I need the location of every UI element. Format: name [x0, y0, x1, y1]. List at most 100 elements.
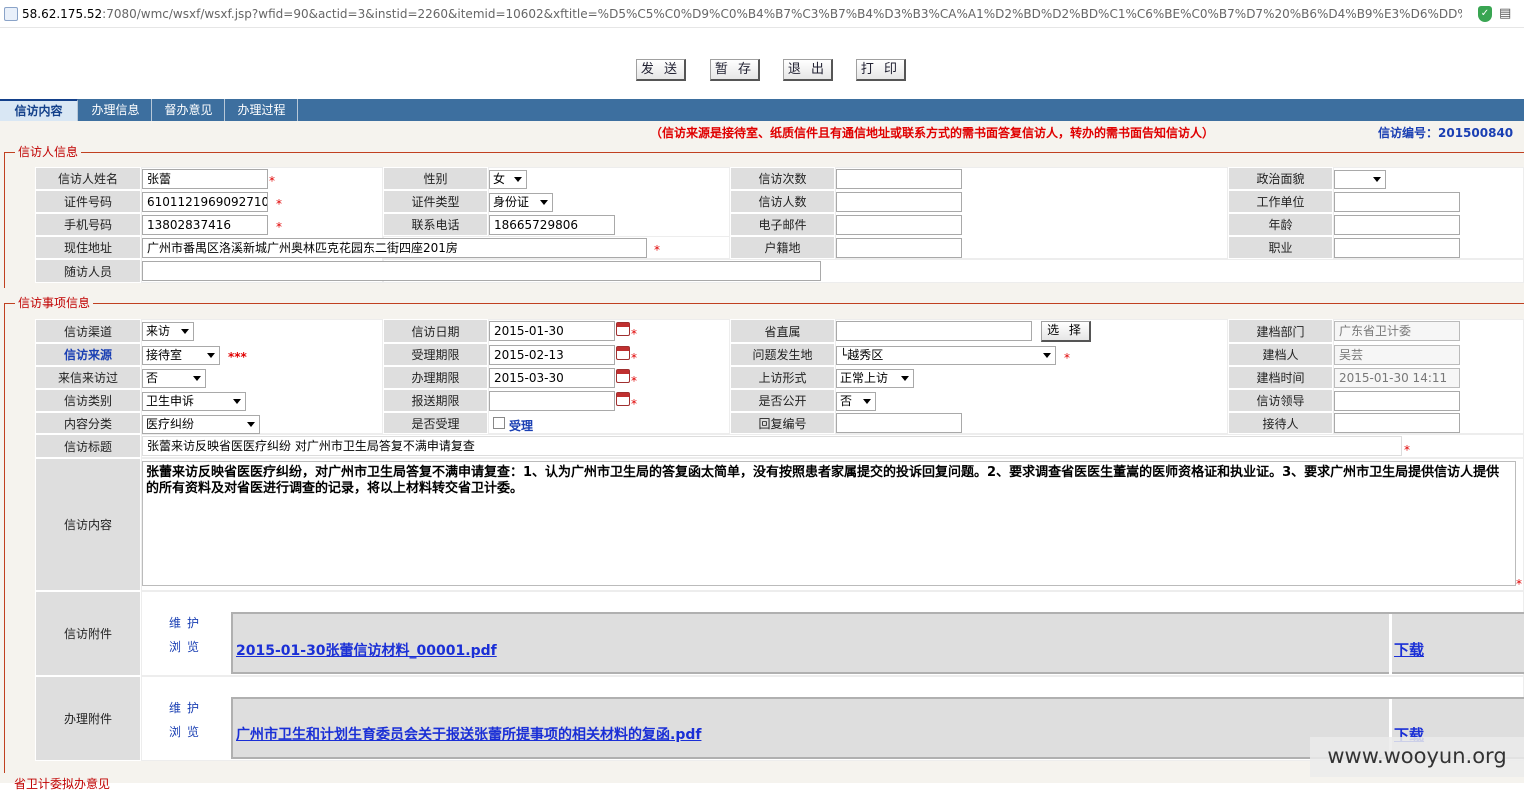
required-mark: *	[276, 220, 282, 234]
mobile-input[interactable]: 13802837416	[142, 215, 268, 235]
bottom-section-title: 省卫计委拟办意见	[14, 777, 111, 791]
accepted-checkbox[interactable]	[493, 417, 505, 429]
accepted-checkbox-label[interactable]: 受理	[509, 417, 533, 434]
notice-text: （信访来源是接待室、纸质信件且有通信地址或联系方式的需书面答复信访人，转办的需书…	[650, 126, 1215, 140]
channel-select[interactable]: 来访	[142, 322, 194, 341]
category-select[interactable]: 卫生申诉	[142, 392, 246, 411]
created-label: 建档时间	[1228, 366, 1333, 389]
browse-link[interactable]: 浏览	[169, 638, 205, 655]
accept-deadline-input[interactable]: 2015-02-13	[489, 345, 615, 365]
date-input[interactable]: 2015-01-30	[489, 321, 615, 341]
page-menu-icon[interactable]: ▤	[1499, 6, 1513, 22]
reply-no-input[interactable]	[836, 413, 962, 433]
maintain-link[interactable]: 维护	[169, 614, 205, 631]
age-input[interactable]	[1334, 215, 1460, 235]
hukou-input[interactable]	[836, 238, 962, 258]
chevron-down-icon	[514, 177, 522, 182]
creator-input[interactable]: 吴芸	[1334, 345, 1460, 365]
save-draft-button[interactable]: 暂 存	[710, 59, 760, 81]
place-select[interactable]: └越秀区	[836, 346, 1056, 365]
id-number-input[interactable]: 610112196909271026	[142, 192, 268, 212]
name-label: 信访人姓名	[35, 167, 141, 190]
tab-supervision[interactable]: 督办意见	[153, 99, 225, 121]
calendar-icon[interactable]	[616, 369, 630, 383]
dept-label: 建档部门	[1228, 319, 1333, 343]
id-type-label: 证件类型	[383, 190, 488, 213]
handling-file-link[interactable]: 广州市卫生和计划生育委员会关于报送张蕾所提事项的相关材料的复函.pdf	[236, 724, 701, 744]
dept-input[interactable]: 广东省卫计委	[1334, 321, 1460, 341]
public-select[interactable]: 否	[836, 392, 876, 411]
accepted-label: 是否受理	[383, 412, 488, 434]
address-input[interactable]: 广州市番禺区洛溪新城广州奥林匹克花园东二街四座201房	[142, 238, 647, 258]
prov-label: 省直属	[730, 319, 835, 343]
work-input[interactable]	[1334, 192, 1460, 212]
phone-input[interactable]: 18665729806	[489, 215, 615, 235]
mobile-label: 手机号码	[35, 213, 141, 236]
prior-select[interactable]: 否	[142, 369, 206, 388]
companions-input[interactable]	[142, 261, 821, 281]
place-label: 问题发生地	[730, 343, 835, 366]
visits-input[interactable]	[836, 169, 962, 189]
email-input[interactable]	[836, 215, 962, 235]
handle-deadline-input[interactable]: 2015-03-30	[489, 368, 615, 388]
content-textarea[interactable]: 张蕾来访反映省医医疗纠纷，对广州市卫生局答复不满申请复查：1、认为广州市卫生局的…	[142, 461, 1516, 586]
gender-select[interactable]: 女	[489, 170, 527, 189]
calendar-icon[interactable]	[616, 392, 630, 406]
required-mark: *	[276, 197, 282, 211]
companions-label: 随访人员	[35, 259, 141, 283]
watermark: www.wooyun.org	[1310, 737, 1524, 777]
handling-maintain-link[interactable]: 维护	[169, 699, 205, 716]
id-type-select[interactable]: 身份证	[489, 193, 553, 212]
tab-process[interactable]: 办理过程	[226, 99, 298, 121]
visits-label: 信访次数	[730, 167, 835, 190]
public-label: 是否公开	[730, 389, 835, 412]
title-input[interactable]: 张蕾来访反映省医医疗纠纷 对广州市卫生局答复不满申请复查	[142, 436, 1402, 456]
chevron-down-icon	[181, 329, 189, 334]
send-button[interactable]: 发 送	[636, 59, 686, 81]
address-label: 现住地址	[35, 236, 141, 259]
url-text[interactable]: 58.62.175.52:7080/wmc/wsxf/wsxf.jsp?wfid…	[22, 7, 1462, 21]
content-type-select[interactable]: 医疗纠纷	[142, 415, 260, 434]
prov-input[interactable]	[836, 321, 1032, 341]
chevron-down-icon	[207, 353, 215, 358]
print-button[interactable]: 打 印	[856, 59, 906, 81]
count-label: 信访人数	[730, 190, 835, 213]
leader-input[interactable]	[1334, 391, 1460, 411]
shield-icon[interactable]: ✓	[1478, 6, 1492, 22]
work-label: 工作单位	[1228, 190, 1333, 213]
reply-no-label: 回复编号	[730, 412, 835, 434]
report-deadline-label: 报送期限	[383, 389, 488, 412]
created-input[interactable]: 2015-01-30 14:11	[1334, 368, 1460, 388]
job-input[interactable]	[1334, 238, 1460, 258]
age-label: 年龄	[1228, 213, 1333, 236]
content-label: 信访内容	[35, 458, 141, 591]
chevron-down-icon	[540, 200, 548, 205]
source-select[interactable]: 接待室	[142, 346, 220, 365]
chevron-down-icon	[1043, 353, 1051, 358]
address-bar[interactable]: 58.62.175.52:7080/wmc/wsxf/wsxf.jsp?wfid…	[0, 0, 1524, 28]
tab-content[interactable]: 信访内容	[0, 99, 78, 121]
required-mark: *	[631, 374, 637, 388]
required-mark: *	[269, 174, 275, 188]
matter-section-title: 信访事项信息	[15, 296, 94, 310]
chevron-down-icon	[193, 376, 201, 381]
report-deadline-input[interactable]	[489, 391, 615, 411]
name-input[interactable]: 张蕾	[142, 169, 268, 189]
handling-browse-link[interactable]: 浏览	[169, 723, 205, 740]
receiver-input[interactable]	[1334, 413, 1460, 433]
chevron-down-icon	[233, 399, 241, 404]
count-input[interactable]	[836, 192, 962, 212]
calendar-icon[interactable]	[616, 322, 630, 336]
attachment-file-link[interactable]: 2015-01-30张蕾信访材料_00001.pdf	[236, 640, 497, 660]
required-mark: *	[654, 243, 660, 257]
phone-label: 联系电话	[383, 213, 488, 236]
choose-button[interactable]: 选 择	[1041, 321, 1091, 342]
attachment-download-link[interactable]: 下载	[1394, 639, 1424, 660]
political-select[interactable]	[1334, 170, 1386, 189]
required-mark: *	[1404, 443, 1410, 457]
form-select[interactable]: 正常上访	[836, 369, 914, 388]
calendar-icon[interactable]	[616, 346, 630, 360]
tab-handling-info[interactable]: 办理信息	[80, 99, 152, 121]
exit-button[interactable]: 退 出	[783, 59, 833, 81]
chevron-down-icon	[247, 422, 255, 427]
